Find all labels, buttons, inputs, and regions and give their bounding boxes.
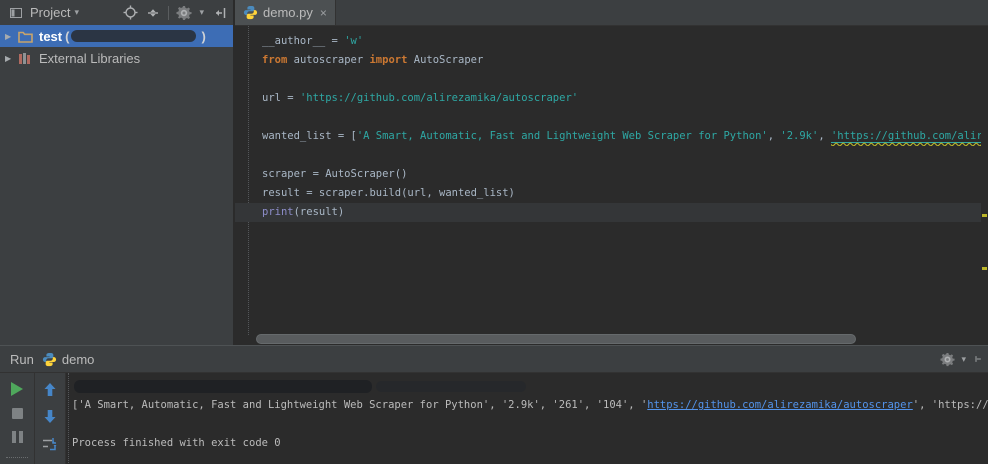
python-icon <box>42 352 57 367</box>
code-line[interactable]: from autoscraper import AutoScraper <box>235 51 981 70</box>
python-file-icon <box>243 5 258 20</box>
run-toolbar <box>0 373 35 464</box>
code-segment: url = <box>262 92 300 104</box>
project-tool-icon <box>8 5 24 21</box>
locate-icon[interactable] <box>122 5 138 21</box>
console-text: Process finished with exit code 0 <box>72 437 281 449</box>
console-wrap: ['A Smart, Automatic, Fast and Lightweig… <box>0 373 988 464</box>
chevron-right-icon[interactable]: ▶ <box>5 54 17 63</box>
chevron-down-icon[interactable]: ▾ <box>961 354 966 365</box>
code-segment: autoscraper <box>287 54 369 66</box>
code-segment: (result) <box>294 206 345 218</box>
code-line[interactable] <box>235 108 981 127</box>
tree-item-test[interactable]: ▶ test ( ) <box>0 25 233 47</box>
code-segment: print <box>262 206 294 218</box>
code-line[interactable] <box>235 146 981 165</box>
run-process-name[interactable]: demo <box>62 352 95 367</box>
code-segment: import <box>369 54 407 66</box>
code-content[interactable]: __author__ = 'w'from autoscraper import … <box>235 32 981 222</box>
project-panel-header: Project ▾ ▾ <box>0 0 233 25</box>
close-icon[interactable]: × <box>320 6 327 20</box>
code-line[interactable]: scraper = AutoScraper() <box>235 165 981 184</box>
console-lines: ['A Smart, Automatic, Fast and Lightweig… <box>72 377 988 453</box>
code-segment: 'https://github.com/alirezamika/autoscra… <box>300 92 578 104</box>
redacted-command-line <box>376 381 526 392</box>
console-text: ', 'https://github. <box>913 399 988 411</box>
editor-tab-bar: demo.py × <box>235 0 988 26</box>
run-panel-header: Run demo ▾ <box>0 346 988 373</box>
code-segment: AutoScraper <box>407 54 483 66</box>
console-text: ['A Smart, Automatic, Fast and Lightweig… <box>72 399 647 411</box>
toolbar-separator <box>168 6 169 20</box>
down-stack-trace-icon[interactable] <box>42 409 58 424</box>
toolbar-separator <box>6 457 28 458</box>
folder-icon <box>17 28 33 44</box>
tab-title: demo.py <box>263 5 313 20</box>
warning-stripe-mark[interactable] <box>982 267 987 270</box>
console-output: ['A Smart, Automatic, Fast and Lightweig… <box>66 373 988 464</box>
code-segment: 'A Smart, Automatic, Fast and Lightweigh… <box>357 130 768 142</box>
tab-demo-py[interactable]: demo.py × <box>235 0 336 25</box>
tree-item-label: test <box>39 29 62 44</box>
tree-item-label: External Libraries <box>39 51 140 66</box>
code-line[interactable]: result = scraper.build(url, wanted_list) <box>235 184 981 203</box>
code-line[interactable]: print(result) <box>235 203 981 222</box>
stop-button[interactable] <box>9 408 25 419</box>
code-segment: '2.9k' <box>780 130 818 142</box>
redacted-path <box>71 30 196 42</box>
chevron-right-icon[interactable]: ▶ <box>5 32 17 41</box>
editor-area: demo.py × __author__ = 'w'from autoscrap… <box>235 0 988 345</box>
project-panel-title[interactable]: Project <box>30 5 70 20</box>
console-toolbar <box>35 373 66 464</box>
console-settings-icon[interactable] <box>42 436 58 452</box>
code-line[interactable]: __author__ = 'w' <box>235 32 981 51</box>
console-link[interactable]: https://github.com/alirezamika/autoscrap… <box>647 399 913 411</box>
chevron-down-icon[interactable]: ▾ <box>199 7 204 18</box>
code-segment: 'w' <box>344 35 363 47</box>
paren-open: ( <box>65 29 69 44</box>
console-line: Process finished with exit code 0 <box>72 434 988 453</box>
console-line <box>72 377 988 396</box>
warning-stripe-mark[interactable] <box>982 214 987 217</box>
code-segment: , <box>768 130 781 142</box>
code-segment: wanted_list = [ <box>262 130 357 142</box>
libraries-icon <box>17 50 33 66</box>
code-line[interactable] <box>235 70 981 89</box>
code-line[interactable]: wanted_list = ['A Smart, Automatic, Fast… <box>235 127 981 146</box>
code-segment: 'https://github.com/alirezamik <box>831 130 981 143</box>
hide-panel-icon-partial[interactable] <box>974 351 982 367</box>
paren-close: ) <box>201 29 205 44</box>
project-tree: ▶ test ( ) ▶ External Libraries <box>0 25 233 69</box>
code-segment: __author__ = <box>262 35 344 47</box>
console-line: ['A Smart, Automatic, Fast and Lightweig… <box>72 396 988 415</box>
settings-gear-icon[interactable] <box>176 5 192 21</box>
tree-item-external-libraries[interactable]: ▶ External Libraries <box>0 47 233 69</box>
redacted-command-line <box>74 380 372 393</box>
console-line <box>72 415 988 434</box>
chevron-down-icon[interactable]: ▾ <box>74 7 79 18</box>
run-panel-title: Run <box>10 352 34 367</box>
code-line[interactable]: url = 'https://github.com/alirezamika/au… <box>235 89 981 108</box>
code-segment: result = scraper.build(url, wanted_list) <box>262 187 515 199</box>
code-segment: scraper = AutoScraper() <box>262 168 407 180</box>
up-stack-trace-icon[interactable] <box>42 382 58 397</box>
hide-panel-icon[interactable] <box>213 5 229 21</box>
code-segment: , <box>818 130 831 142</box>
project-panel: Project ▾ ▾ ▶ <box>0 0 233 345</box>
code-segment: from <box>262 54 287 66</box>
collapse-all-icon[interactable] <box>145 5 161 21</box>
console-left-guide <box>68 373 69 464</box>
rerun-button[interactable] <box>9 382 25 396</box>
run-panel: Run demo ▾ <box>0 345 988 464</box>
horizontal-scrollbar[interactable] <box>256 334 856 344</box>
code-editor[interactable]: __author__ = 'w'from autoscraper import … <box>235 26 988 345</box>
pause-button[interactable] <box>9 431 25 443</box>
settings-gear-icon[interactable] <box>939 351 955 367</box>
pycharm-window: Project ▾ ▾ ▶ <box>0 0 988 464</box>
